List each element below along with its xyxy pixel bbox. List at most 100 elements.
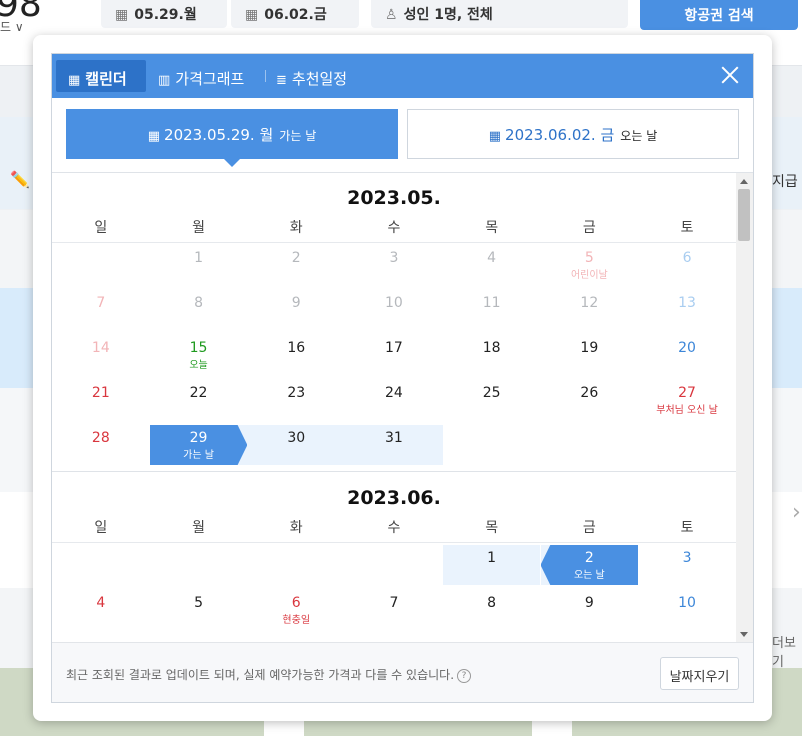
day-number: 9 (291, 295, 301, 311)
day-label: 오늘 (189, 360, 208, 371)
clear-dates-button[interactable]: 날짜지우기 (660, 657, 739, 690)
weekday-header: 화 (289, 220, 303, 236)
calendar-day: 9 (247, 290, 345, 330)
site-menu-dropdown[interactable]: 드 ∨ (0, 18, 24, 35)
day-number: 10 (385, 295, 403, 311)
tab-calendar[interactable]: ▦ 캘린더 (56, 60, 146, 92)
depart-date-field[interactable]: ▦ 05.29.월 (101, 0, 227, 28)
calendar-day[interactable]: 22 (150, 380, 248, 420)
day-number: 6 (291, 595, 301, 611)
weekday-header: 일 (94, 520, 108, 536)
calendar-icon: ▦ (68, 73, 81, 88)
weekday-header: 토 (680, 520, 694, 536)
calendar-day[interactable]: 9 (541, 590, 639, 630)
calendar-day[interactable]: 25 (443, 380, 541, 420)
calendar-day: 4 (443, 245, 541, 285)
background-text: 지급 (772, 174, 798, 190)
day-number: 1 (194, 250, 203, 266)
tab-recommended[interactable]: ≣ 추천일정 (276, 60, 347, 92)
return-date-box[interactable]: ▦ 2023.06.02. 금 오는 날 (407, 109, 739, 159)
calendar-day[interactable]: 3 (638, 545, 736, 585)
calendar-day[interactable]: 30 (247, 425, 346, 465)
day-number: 20 (678, 340, 696, 356)
calendar-day[interactable]: 2 오는 날 (540, 545, 639, 585)
calendar-day: 13 (638, 290, 736, 330)
weekday-header: 수 (387, 220, 401, 236)
day-number: 22 (189, 385, 208, 401)
passenger-field[interactable]: ♙ 성인 1명, 전체 (371, 0, 628, 28)
calendar-day[interactable]: 27 부처님 오신 날 (638, 380, 736, 420)
calendar-day[interactable]: 20 (638, 335, 736, 375)
calendar-icon: ▦ (488, 129, 502, 144)
tab-divider (265, 70, 266, 82)
departure-date-box[interactable]: ▦ 2023.05.29. 월 가는 날 (66, 109, 398, 167)
calendar-day[interactable]: 23 (247, 380, 345, 420)
day-number: 4 (487, 250, 497, 266)
calendar-day[interactable]: 31 (345, 425, 443, 465)
person-icon: ♙ (385, 7, 398, 23)
calendar-day: 10 (345, 290, 443, 330)
day-number: 4 (96, 595, 106, 611)
departure-label: 가는 날 (279, 129, 317, 143)
calendar-day[interactable]: 10 (638, 590, 736, 630)
calendar-day[interactable]: 28 (52, 425, 150, 465)
day-number: 11 (482, 295, 501, 311)
day-number: 1 (487, 550, 497, 566)
background-more-link[interactable]: 더보기 (772, 632, 802, 670)
day-number: 10 (678, 595, 696, 611)
calendar-scrollbar[interactable] (736, 173, 753, 642)
calendar-day[interactable]: 15 오늘 (150, 335, 248, 375)
scrollbar-thumb[interactable] (738, 189, 750, 241)
calendar-day[interactable]: 26 (541, 380, 639, 420)
day-number: 15 (189, 340, 208, 356)
day-number: 31 (385, 430, 403, 446)
departure-weekday: 월 (259, 126, 274, 144)
calendar-day[interactable]: 1 (442, 545, 541, 585)
calendar-day[interactable]: 4 (52, 590, 150, 630)
tab-calendar-label: 캘린더 (85, 70, 127, 88)
day-number: 17 (385, 340, 403, 356)
weekday-header: 화 (289, 520, 303, 536)
help-icon[interactable]: ? (457, 668, 472, 683)
chevron-right-icon[interactable]: › (792, 500, 801, 525)
day-label: 부처님 오신 날 (656, 405, 718, 416)
calendar-day[interactable]: 16 (247, 335, 345, 375)
calendar-day: 3 (345, 245, 443, 285)
calendar-day[interactable]: 18 (443, 335, 541, 375)
calendar-day[interactable]: 24 (345, 380, 443, 420)
calendar-day[interactable]: 6 현충일 (247, 590, 345, 630)
close-icon[interactable] (719, 64, 741, 86)
calendar-day[interactable]: 29 가는 날 (149, 425, 248, 465)
day-number: 18 (482, 340, 501, 356)
day-number: 7 (96, 295, 106, 311)
calendar-day[interactable]: 5 (150, 590, 248, 630)
calendar-day[interactable]: 21 (52, 380, 150, 420)
calendar-day[interactable]: 8 (443, 590, 541, 630)
day-number: 3 (682, 550, 692, 566)
picker-footer: 최근 조회된 결과로 업데이트 되며, 실제 예약가능한 가격과 다를 수 있습… (52, 642, 753, 702)
calendar-day[interactable]: 17 (345, 335, 443, 375)
day-number: 3 (389, 250, 399, 266)
return-date-field[interactable]: ▦ 06.02.금 (231, 0, 359, 28)
day-number: 12 (580, 295, 599, 311)
calendar-day: 8 (150, 290, 248, 330)
calendar-day[interactable]: 19 (541, 335, 639, 375)
calendar-icon: ▦ (245, 7, 259, 23)
calendar-icon: ▦ (115, 7, 129, 23)
day-number: 2 (584, 550, 594, 566)
date-picker-popup: ▦ 캘린더 ▥ 가격그래프 ≣ 추천일정 ▦ 2023.05.29. 월 가는 날 ▦ 20… (33, 35, 772, 721)
weekday-divider (52, 542, 736, 543)
day-number: 16 (287, 340, 306, 356)
scroll-up-arrow-icon[interactable] (740, 179, 748, 184)
tab-price-graph[interactable]: ▥ 가격그래프 (158, 60, 244, 92)
calendar-day: 7 (52, 290, 150, 330)
depart-date-value: 05.29.월 (134, 7, 197, 23)
day-number: 6 (682, 250, 692, 266)
flight-search-button[interactable]: 항공권 검색 (640, 0, 798, 30)
calendar-day[interactable]: 7 (345, 590, 443, 630)
calendar-scroll-area[interactable]: 2023.05. 일 월 화 수 목 금 토 1 2 3 4 5 어린이날 6 7 8 9 10 11 12 13 14 15… (52, 172, 753, 642)
day-number: 2 (291, 250, 301, 266)
bar-chart-icon: ▥ (158, 73, 171, 88)
day-number: 26 (580, 385, 599, 401)
scroll-down-arrow-icon[interactable] (740, 632, 748, 637)
